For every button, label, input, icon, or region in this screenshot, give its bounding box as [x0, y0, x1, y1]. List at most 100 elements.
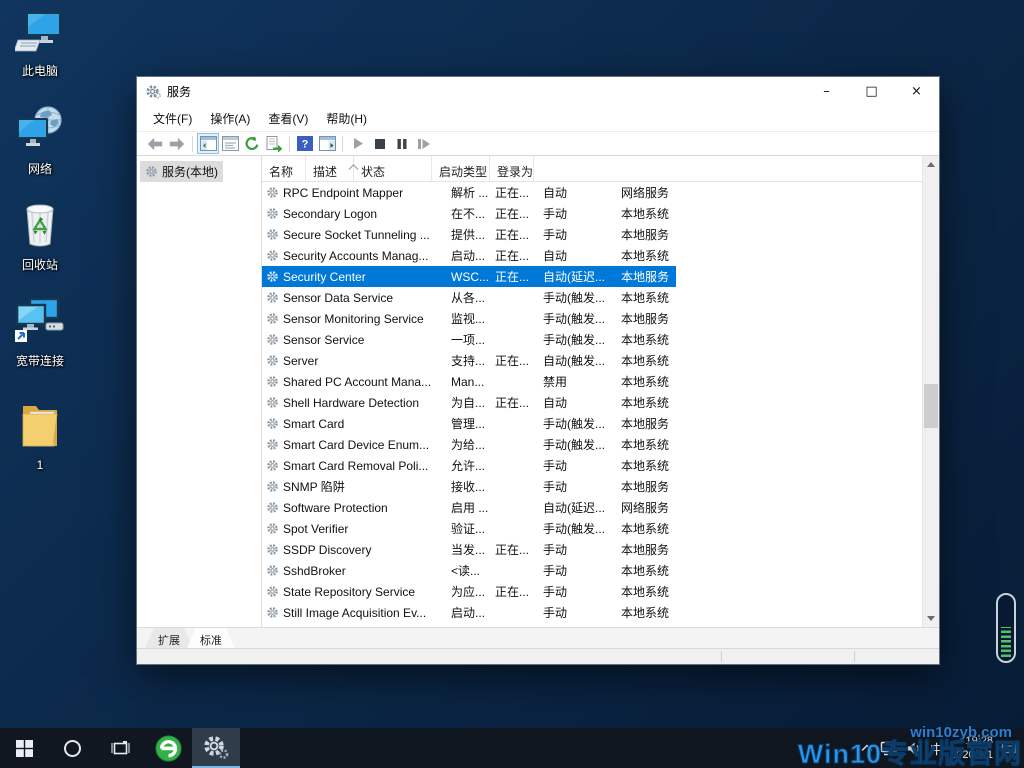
browser-button[interactable] — [144, 728, 192, 768]
column-header[interactable]: 描述 — [306, 156, 354, 181]
column-header[interactable]: 启动类型 — [432, 156, 490, 181]
scroll-up-button[interactable] — [923, 156, 939, 173]
volume-tray-icon[interactable] — [906, 741, 923, 756]
service-row[interactable]: Software Protection 启用 ... 自动(延迟... 网络服务 — [262, 497, 676, 518]
service-row[interactable]: Smart Card 管理... 手动(触发... 本地服务 — [262, 413, 676, 434]
menu-item[interactable]: 查看(V) — [259, 106, 317, 131]
refresh-button[interactable] — [241, 133, 263, 154]
service-logon-as: 本地系统 — [621, 564, 670, 578]
desktop-icon-folder-1[interactable]: 1 — [2, 400, 78, 472]
desktop-icon-network[interactable]: 网络 — [2, 106, 78, 177]
column-header[interactable]: 状态 — [354, 156, 432, 181]
minimize-button[interactable]: – — [804, 77, 849, 105]
service-gear-icon — [266, 207, 279, 220]
services-taskbar-button[interactable] — [192, 728, 240, 768]
clock[interactable]: 19:28 2020/9/1 — [950, 734, 993, 763]
service-description: 启用 ... — [451, 501, 489, 515]
menu-item[interactable]: 文件(F) — [144, 106, 201, 131]
start-button[interactable] — [0, 728, 48, 768]
service-row[interactable]: Sensor Service 一项... 手动(触发... 本地系统 — [262, 329, 676, 350]
service-logon-as: 本地服务 — [621, 543, 670, 557]
column-header[interactable]: 名称 — [262, 156, 306, 181]
task-view-button[interactable] — [96, 728, 144, 768]
export-list-button[interactable] — [263, 133, 285, 154]
show-action-pane-button[interactable] — [316, 133, 338, 154]
service-name-cell: State Repository Service — [262, 585, 448, 599]
battery-level-fill — [1001, 627, 1011, 657]
service-status: 正在... — [495, 585, 530, 599]
tree-item-services-local[interactable]: 服务(本地) — [140, 161, 223, 182]
service-row[interactable]: Security Accounts Manag... 启动... 正在... 自… — [262, 245, 676, 266]
statusbar-separator — [854, 651, 855, 662]
scroll-down-button[interactable] — [923, 610, 939, 627]
service-description: <读... — [451, 564, 481, 578]
view-tab[interactable]: 扩展 — [145, 628, 193, 648]
service-row[interactable]: Smart Card Removal Poli... 允许... 手动 本地系统 — [262, 455, 676, 476]
service-row[interactable]: State Repository Service 为应... 正在... 手动 … — [262, 581, 676, 602]
service-row[interactable]: SSDP Discovery 当发... 正在... 手动 本地服务 — [262, 539, 676, 560]
service-gear-icon — [266, 564, 279, 577]
service-startup-type: 手动(触发... — [543, 312, 605, 326]
desktop-icon-recycle-bin[interactable]: 回收站 — [2, 200, 78, 273]
column-header[interactable]: 登录为 — [490, 156, 535, 181]
maximize-button[interactable]: □ — [849, 77, 894, 105]
service-startup-type: 手动 — [543, 459, 568, 473]
close-button[interactable]: × — [894, 77, 939, 105]
service-row[interactable]: Server 支持... 正在... 自动(触发... 本地系统 — [262, 350, 676, 371]
vertical-scrollbar[interactable] — [922, 156, 939, 627]
start-service-button[interactable] — [347, 133, 369, 154]
toolbar: ? — [137, 131, 939, 156]
toolbar-separator — [192, 135, 193, 152]
service-row[interactable]: Sensor Data Service 从各... 手动(触发... 本地系统 — [262, 287, 676, 308]
service-name: Secure Socket Tunneling ... — [283, 227, 430, 242]
network-tray-icon[interactable] — [880, 741, 899, 756]
service-startup-type: 自动(延迟... — [543, 270, 605, 284]
restart-service-button[interactable] — [413, 133, 435, 154]
action-center-icon[interactable] — [1000, 740, 1018, 756]
service-name-cell: Server — [262, 354, 448, 368]
service-name: SNMP 陷阱 — [283, 480, 345, 494]
menu-item[interactable]: 帮助(H) — [317, 106, 376, 131]
service-row[interactable]: Secondary Logon 在不... 正在... 手动 本地系统 — [262, 203, 676, 224]
service-gear-icon — [266, 417, 279, 430]
service-description: 允许... — [451, 459, 486, 473]
service-description: 为自... — [451, 396, 486, 410]
show-console-tree-button[interactable] — [197, 133, 219, 154]
service-gear-icon — [266, 249, 279, 262]
service-row[interactable]: Smart Card Device Enum... 为给... 手动(触发...… — [262, 434, 676, 455]
service-name-cell: SshdBroker — [262, 564, 448, 578]
stop-service-button[interactable] — [369, 133, 391, 154]
service-row[interactable]: Sensor Monitoring Service 监视... 手动(触发...… — [262, 308, 676, 329]
service-row[interactable]: RPC Endpoint Mapper 解析 ... 正在... 自动 网络服务 — [262, 182, 676, 203]
ime-indicator[interactable]: 中 — [930, 739, 943, 758]
scrollbar-thumb[interactable] — [924, 384, 938, 428]
service-row[interactable]: Secure Socket Tunneling ... 提供... 正在... … — [262, 224, 676, 245]
service-row[interactable]: Security Center WSC... 正在... 自动(延迟... 本地… — [262, 266, 676, 287]
service-startup-type: 手动 — [543, 228, 568, 242]
desktop-icon-this-pc[interactable]: 此电脑 — [2, 10, 78, 79]
service-startup-type: 手动 — [543, 480, 568, 494]
search-button[interactable] — [48, 728, 96, 768]
this-pc-icon — [13, 10, 65, 59]
service-row[interactable]: SNMP 陷阱 接收... 手动 本地服务 — [262, 476, 676, 497]
service-name-cell: Shared PC Account Mana... — [262, 375, 448, 389]
service-name-cell: Security Accounts Manag... — [262, 249, 448, 263]
pause-service-button[interactable] — [391, 133, 413, 154]
view-tab[interactable]: 标准 — [187, 628, 235, 648]
tray-chevron-up-icon[interactable] — [861, 744, 873, 752]
properties-button[interactable] — [219, 133, 241, 154]
service-row[interactable]: Shared PC Account Mana... Man... 禁用 本地系统 — [262, 371, 676, 392]
help-button[interactable]: ? — [294, 133, 316, 154]
menu-item[interactable]: 操作(A) — [201, 106, 259, 131]
window-titlebar[interactable]: 服务 – □ × — [137, 77, 939, 105]
service-logon-as: 本地系统 — [621, 459, 670, 473]
service-status: 正在... — [495, 228, 530, 242]
service-row[interactable]: Spot Verifier 验证... 手动(触发... 本地系统 — [262, 518, 676, 539]
service-row[interactable]: SshdBroker <读... 手动 本地系统 — [262, 560, 676, 581]
desktop-icon-broadband[interactable]: 宽带连接 — [2, 297, 78, 369]
service-name: Software Protection — [283, 500, 388, 515]
forward-button[interactable] — [166, 133, 188, 154]
service-row[interactable]: Still Image Acquisition Ev... 启动... 手动 本… — [262, 602, 676, 623]
service-row[interactable]: Shell Hardware Detection 为自... 正在... 自动 … — [262, 392, 676, 413]
back-button[interactable] — [144, 133, 166, 154]
